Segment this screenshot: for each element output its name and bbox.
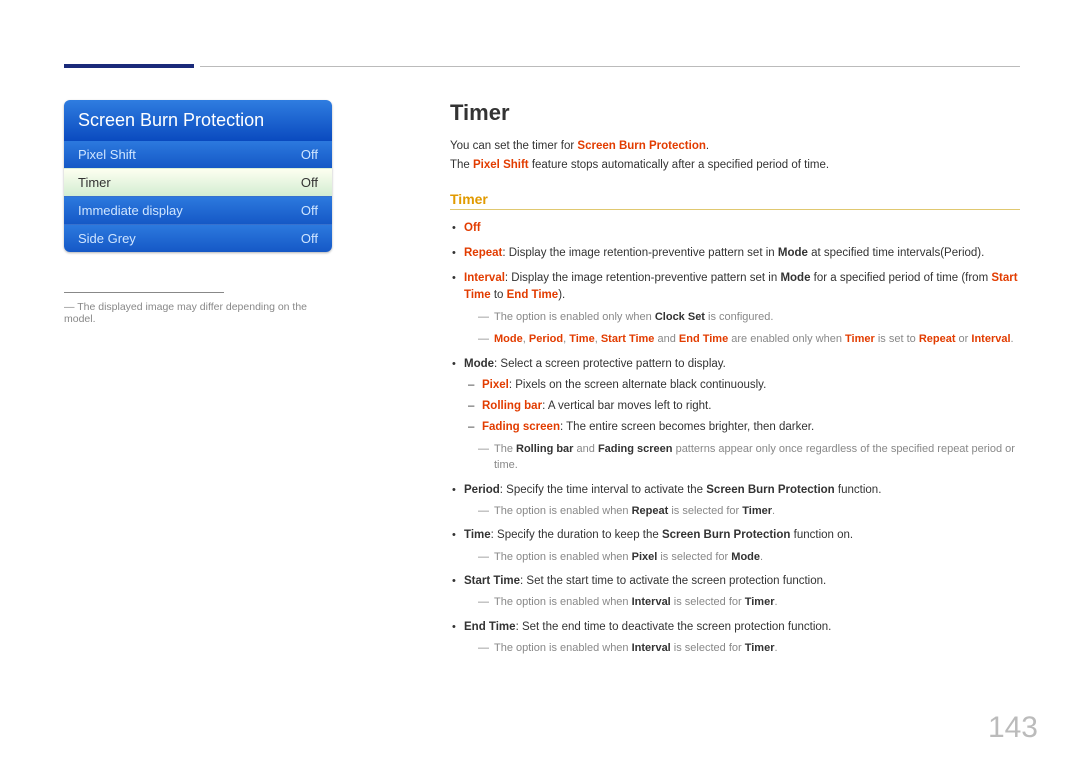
note-period: The option is enabled when Repeat is sel…: [478, 503, 1020, 520]
right-column: Timer You can set the timer for Screen B…: [450, 100, 1020, 665]
osd-row-label: Side Grey: [78, 231, 136, 246]
bullet-time: Time: Specify the duration to keep the S…: [464, 527, 1020, 565]
page-number: 143: [988, 711, 1038, 745]
model-footnote: The displayed image may differ depending…: [64, 301, 332, 325]
section-heading-timer: Timer: [450, 100, 1020, 126]
bullet-period: Period: Specify the time interval to act…: [464, 482, 1020, 520]
osd-row-timer[interactable]: Timer Off: [64, 168, 332, 196]
note-options-enabled: Mode, Period, Time, Start Time and End T…: [478, 331, 1020, 348]
osd-row-immediate-display[interactable]: Immediate display Off: [64, 196, 332, 224]
bullet-mode: Mode: Select a screen protective pattern…: [464, 356, 1020, 474]
bullet-end-time: End Time: Set the end time to deactivate…: [464, 619, 1020, 657]
header-rule: [200, 66, 1020, 67]
note-clock-set: The option is enabled only when Clock Se…: [478, 309, 1020, 326]
left-column: Screen Burn Protection Pixel Shift Off T…: [64, 100, 332, 325]
bullet-list-level1: Off Repeat: Display the image retention-…: [450, 220, 1020, 657]
osd-menu: Screen Burn Protection Pixel Shift Off T…: [64, 100, 332, 252]
osd-row-value: Off: [301, 203, 318, 218]
note-rolling-fading: The Rolling bar and Fading screen patter…: [478, 441, 1020, 474]
osd-row-pixel-shift[interactable]: Pixel Shift Off: [64, 141, 332, 168]
note-time: The option is enabled when Pixel is sele…: [478, 549, 1020, 566]
osd-row-value: Off: [301, 147, 318, 162]
osd-row-label: Timer: [78, 175, 111, 190]
osd-row-label: Pixel Shift: [78, 147, 136, 162]
sub-heading-timer: Timer: [450, 191, 1020, 210]
bullet-start-time: Start Time: Set the start time to activa…: [464, 573, 1020, 611]
osd-row-value: Off: [301, 175, 318, 190]
intro-line-1: You can set the timer for Screen Burn Pr…: [450, 138, 1020, 155]
sub-bullet-fading-screen: Fading screen: The entire screen becomes…: [482, 419, 1020, 436]
osd-row-label: Immediate display: [78, 203, 183, 218]
sub-bullet-pixel: Pixel: Pixels on the screen alternate bl…: [482, 377, 1020, 394]
sub-bullet-rolling-bar: Rolling bar: A vertical bar moves left t…: [482, 398, 1020, 415]
footnote-rule: [64, 292, 224, 293]
bullet-off: Off: [464, 220, 1020, 237]
header-accent-bar: [64, 64, 194, 68]
bullet-interval: Interval: Display the image retention-pr…: [464, 270, 1020, 348]
osd-menu-title: Screen Burn Protection: [64, 100, 332, 141]
note-end-time: The option is enabled when Interval is s…: [478, 640, 1020, 657]
note-start-time: The option is enabled when Interval is s…: [478, 594, 1020, 611]
osd-row-side-grey[interactable]: Side Grey Off: [64, 224, 332, 252]
osd-row-value: Off: [301, 231, 318, 246]
intro-line-2: The Pixel Shift feature stops automatica…: [450, 157, 1020, 174]
bullet-repeat: Repeat: Display the image retention-prev…: [464, 245, 1020, 262]
